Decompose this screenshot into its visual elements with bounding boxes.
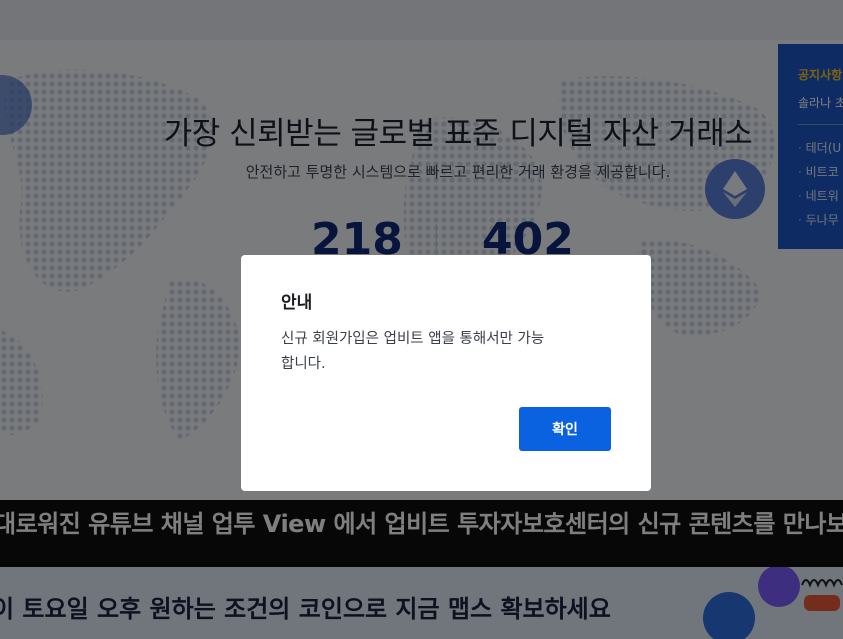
notice-dialog: 안내 신규 회원가입은 업비트 앱을 통해서만 가능합니다. 확인 [241,255,651,491]
dialog-title: 안내 [281,293,313,313]
dialog-message: 신규 회원가입은 업비트 앱을 통해서만 가능합니다. [281,331,545,372]
confirm-button[interactable]: 확인 [519,407,611,451]
